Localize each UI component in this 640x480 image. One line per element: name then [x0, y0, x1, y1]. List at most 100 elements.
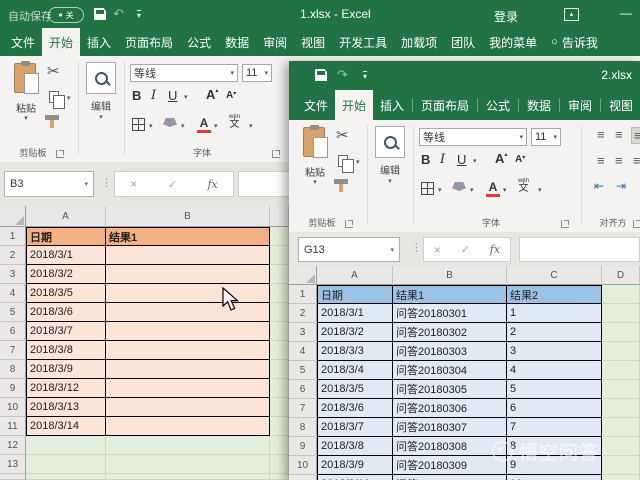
column-header-C[interactable]: C — [507, 266, 602, 285]
row-header[interactable]: 1 — [289, 285, 317, 304]
cell[interactable]: 6 — [507, 399, 602, 418]
column-header-A[interactable]: A — [317, 266, 393, 285]
cell[interactable] — [602, 475, 640, 480]
paste-dropdown-icon[interactable]: ▾ — [2, 115, 50, 122]
cell[interactable]: 问答20180310 — [393, 475, 507, 480]
cell[interactable]: 2018/3/12 — [26, 379, 106, 398]
cell[interactable]: 问答20180306 — [393, 399, 507, 418]
phonetic-guide-icon[interactable]: wén 文 — [229, 114, 240, 130]
clipboard-dialog-launcher-icon[interactable] — [56, 150, 64, 158]
row-header[interactable]: 11 — [289, 475, 317, 480]
cell[interactable]: 2018/3/14 — [26, 417, 106, 436]
cell[interactable]: 4 — [507, 361, 602, 380]
cell[interactable]: 2018/3/9 — [317, 456, 393, 475]
cell[interactable] — [106, 322, 270, 341]
alignment-dialog-launcher-icon[interactable] — [633, 220, 640, 228]
cell[interactable]: 2018/3/1 — [26, 246, 106, 265]
cell[interactable] — [26, 455, 106, 474]
borders-icon[interactable] — [421, 182, 434, 195]
cell[interactable] — [602, 361, 640, 380]
save-icon[interactable] — [315, 69, 327, 81]
row-header[interactable]: 9 — [0, 379, 26, 398]
edit-dropdown-icon[interactable]: ▾ — [80, 114, 122, 121]
cell[interactable]: 2018/3/1 — [317, 304, 393, 323]
cell[interactable] — [270, 474, 289, 480]
increase-indent-icon[interactable]: ⇥ — [616, 180, 626, 192]
cell[interactable]: 7 — [507, 418, 602, 437]
cell[interactable]: 2018/3/7 — [26, 322, 106, 341]
cell[interactable] — [106, 341, 270, 360]
ribbon-tab-4[interactable]: 页面布局 — [414, 90, 476, 120]
cell[interactable]: 2 — [507, 323, 602, 342]
sign-in-button[interactable]: 登录 — [494, 8, 518, 25]
font-size-box[interactable]: 11 ▾ — [531, 128, 561, 146]
redo-icon[interactable]: ↷ — [337, 68, 348, 81]
phonetic-dropdown-icon[interactable]: ▾ — [249, 123, 253, 130]
align-right-icon[interactable]: ≡ — [631, 153, 640, 168]
font-dialog-launcher-icon[interactable] — [272, 150, 280, 158]
name-box[interactable]: B3 ▾ — [4, 171, 94, 197]
cell[interactable] — [270, 455, 289, 474]
copy-dropdown-icon[interactable]: ▾ — [356, 159, 360, 166]
row-header[interactable]: 8 — [0, 360, 26, 379]
cut-icon[interactable]: ✂ — [47, 64, 60, 79]
format-painter-icon[interactable] — [45, 115, 59, 128]
phonetic-guide-icon[interactable]: wén 文 — [518, 178, 529, 194]
formula-cancel-icon[interactable]: × — [434, 243, 441, 257]
cell[interactable] — [106, 474, 270, 480]
fill-color-icon[interactable] — [163, 118, 177, 127]
cell[interactable] — [270, 398, 289, 417]
ribbon-tab-5[interactable]: 公式 — [180, 28, 218, 56]
paste-label[interactable]: 粘贴 — [2, 100, 50, 115]
row-header[interactable]: 3 — [289, 323, 317, 342]
cell[interactable] — [270, 303, 289, 322]
ribbon-tab-11[interactable]: 团队 — [444, 28, 482, 56]
cell[interactable]: 2018/3/10 — [317, 475, 393, 480]
row-header[interactable]: 10 — [289, 456, 317, 475]
paste-icon[interactable] — [14, 61, 39, 94]
cell[interactable] — [26, 474, 106, 480]
ribbon-tab-2[interactable]: 开始 — [335, 90, 374, 120]
cell[interactable] — [602, 437, 640, 456]
ribbon-tab-1[interactable]: 文件 — [4, 28, 42, 56]
cell[interactable] — [106, 303, 270, 322]
name-box-dropdown-icon[interactable]: ▾ — [84, 180, 88, 188]
select-all-corner[interactable] — [0, 206, 26, 227]
borders-dropdown-icon[interactable]: ▾ — [438, 187, 442, 194]
cell[interactable]: 2018/3/13 — [26, 398, 106, 417]
paste-icon[interactable] — [303, 125, 328, 158]
ribbon-tab-8[interactable]: 视图 — [602, 90, 640, 120]
font-color-dropdown-icon[interactable]: ▾ — [214, 123, 218, 130]
align-bottom-icon[interactable]: ≡ — [631, 127, 640, 144]
paste-label[interactable]: 粘贴 — [291, 164, 339, 179]
insert-function-icon[interactable]: fx — [207, 178, 217, 191]
row-header[interactable] — [0, 474, 26, 480]
cell[interactable] — [106, 417, 270, 436]
minimize-button[interactable]: — — [620, 6, 632, 20]
cell[interactable] — [602, 456, 640, 475]
ribbon-tab-7[interactable]: 审阅 — [256, 28, 294, 56]
ribbon-tab-2[interactable]: 开始 — [42, 28, 81, 56]
row-header[interactable]: 9 — [289, 437, 317, 456]
cell[interactable]: 问答20180309 — [393, 456, 507, 475]
select-all-corner[interactable] — [289, 266, 317, 285]
phonetic-dropdown-icon[interactable]: ▾ — [538, 187, 542, 194]
cell[interactable] — [106, 436, 270, 455]
cell[interactable]: 2018/3/9 — [26, 360, 106, 379]
row-header[interactable]: 7 — [0, 341, 26, 360]
paste-dropdown-icon[interactable]: ▾ — [291, 179, 339, 186]
cell[interactable] — [106, 379, 270, 398]
grow-font-button[interactable]: A ▴ — [495, 151, 507, 166]
cell[interactable]: 问答20180308 — [393, 437, 507, 456]
shrink-font-button[interactable]: A ▾ — [226, 90, 236, 101]
font-color-icon[interactable]: A — [197, 117, 211, 133]
row-header[interactable]: 2 — [0, 246, 26, 265]
copy-icon[interactable] — [49, 91, 65, 109]
cell[interactable] — [106, 246, 270, 265]
qat-customize-icon[interactable]: ▾ — [363, 71, 368, 81]
cell[interactable] — [270, 436, 289, 455]
cell[interactable] — [106, 455, 270, 474]
row-header[interactable]: 5 — [0, 303, 26, 322]
cell[interactable]: 2018/3/2 — [317, 323, 393, 342]
insert-function-icon[interactable]: fx — [490, 243, 500, 256]
